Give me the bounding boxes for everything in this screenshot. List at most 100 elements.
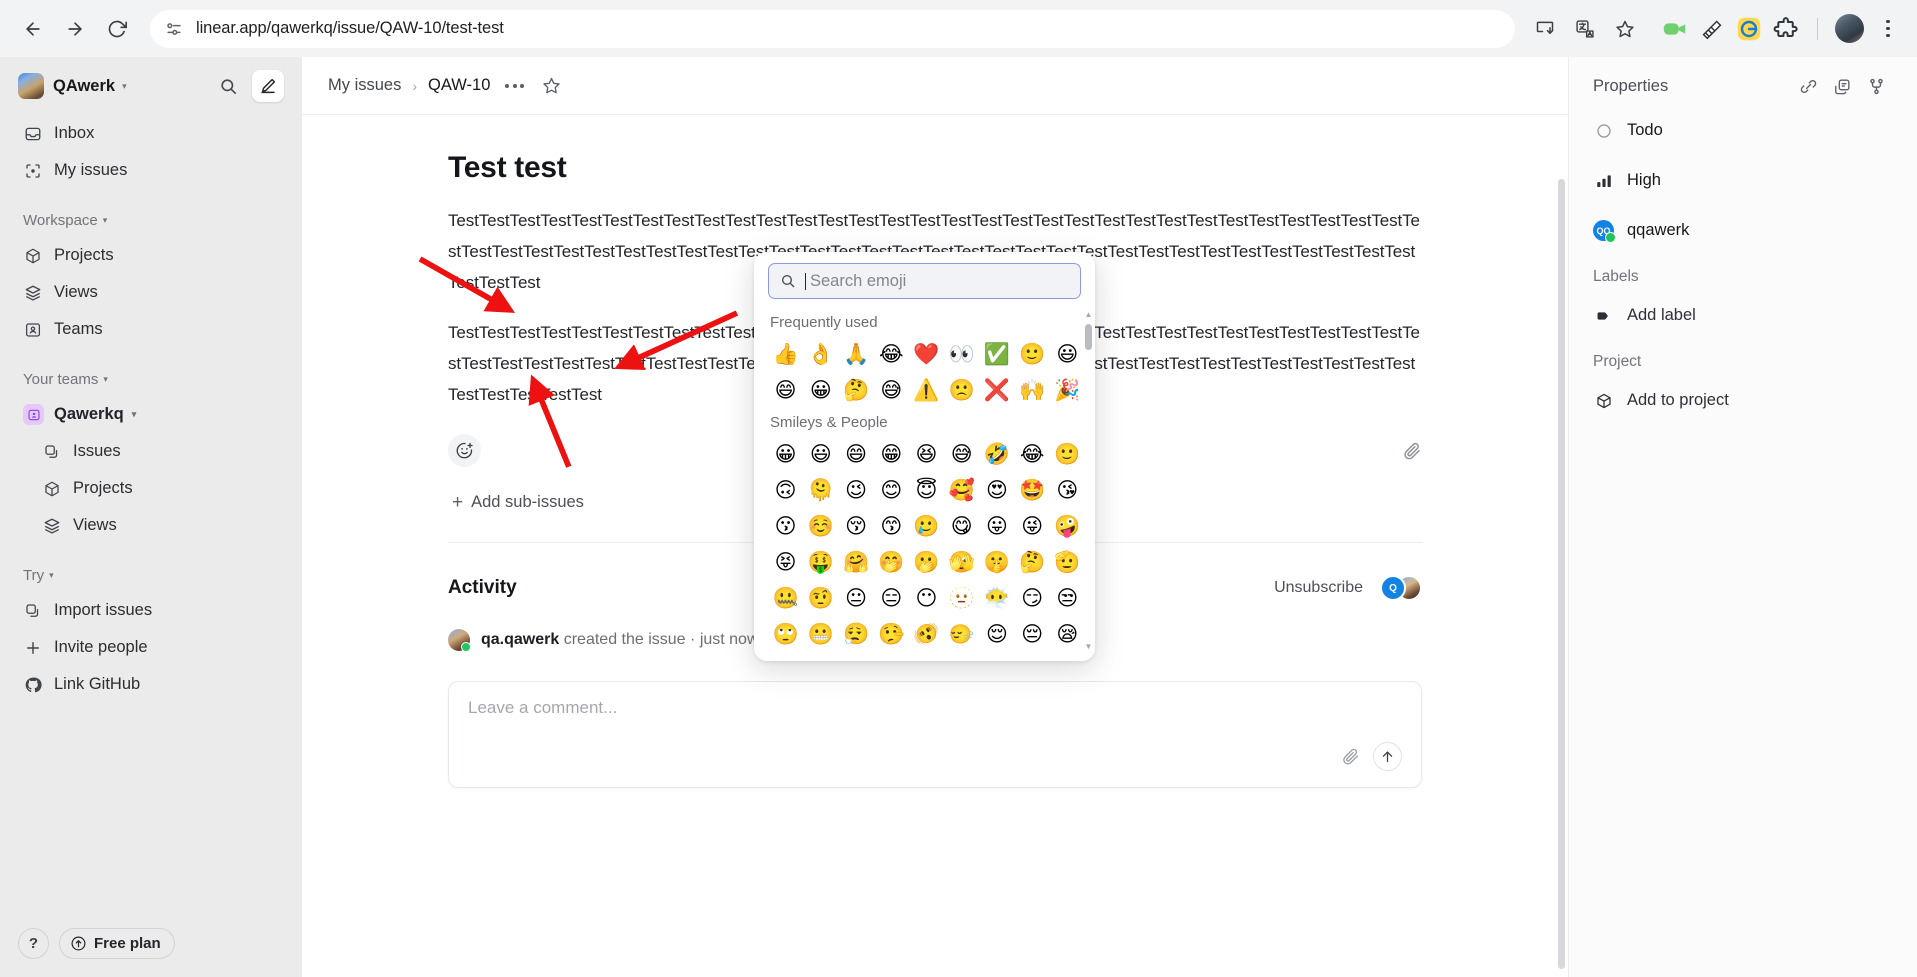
- back-button[interactable]: [14, 10, 52, 48]
- copy-icon[interactable]: [1825, 69, 1859, 103]
- property-priority[interactable]: High: [1593, 165, 1893, 196]
- emoji-cell[interactable]: 😮‍💨: [838, 617, 873, 651]
- notes-icon[interactable]: [1698, 15, 1726, 43]
- scrollbar-thumb[interactable]: [1085, 324, 1092, 350]
- emoji-cell[interactable]: 🤩: [1015, 473, 1050, 507]
- emoji-cell[interactable]: 😒: [1050, 581, 1085, 615]
- emoji-cell[interactable]: 🫨: [909, 617, 944, 651]
- emoji-cell[interactable]: 😆: [909, 437, 944, 471]
- address-bar[interactable]: linear.app/qawerkq/issue/QAW-10/test-tes…: [150, 9, 1515, 48]
- add-label-button[interactable]: Add label: [1593, 300, 1893, 331]
- emoji-grid-frequently-used[interactable]: 👍 👌 🙏 😂 ❤️ 👀 ✅ 🙂 😃 😄 😀 🤔 😅 ⚠️ 🙁 ❌ 🙌 🎉: [768, 337, 1085, 407]
- property-assignee[interactable]: QQ qqawerk: [1593, 215, 1893, 246]
- emoji-picker-popup[interactable]: Search emoji Frequently used 👍 👌 🙏 😂 ❤️ 👀 ✅ 🙂 😃 😄…: [754, 252, 1095, 661]
- main-scrollbar[interactable]: [1558, 179, 1565, 969]
- sidebar-item-team-views[interactable]: Views: [14, 507, 288, 544]
- scroll-up-arrow-icon[interactable]: ▲: [1085, 311, 1093, 319]
- emoji-cell[interactable]: 😌: [979, 617, 1014, 651]
- add-reaction-icon[interactable]: [448, 434, 481, 467]
- emoji-cell[interactable]: 🤔: [838, 373, 873, 407]
- emoji-cell[interactable]: 😗: [768, 509, 803, 543]
- emoji-cell[interactable]: 🙂‍↔️: [944, 617, 979, 651]
- emoji-cell[interactable]: 😔: [1015, 617, 1050, 651]
- emoji-cell[interactable]: 🤪: [1050, 509, 1085, 543]
- sidebar-item-my-issues[interactable]: My issues: [14, 152, 288, 189]
- more-options-icon[interactable]: [501, 83, 528, 88]
- workspace-header[interactable]: QAwerk ▾: [14, 57, 288, 115]
- scroll-down-arrow-icon[interactable]: ▼: [1085, 643, 1093, 651]
- sidebar-section-try[interactable]: Try ▾: [14, 558, 288, 592]
- emoji-cell[interactable]: 🫠: [803, 473, 838, 507]
- emoji-search-input[interactable]: Search emoji: [768, 263, 1081, 299]
- emoji-cell[interactable]: 🙄: [768, 617, 803, 651]
- emoji-cell[interactable]: 🤥: [874, 617, 909, 651]
- breadcrumb-root[interactable]: My issues: [328, 76, 401, 95]
- attach-file-icon[interactable]: [1341, 747, 1360, 766]
- emoji-cell[interactable]: 😉: [838, 473, 873, 507]
- emoji-cell[interactable]: 😏: [1015, 581, 1050, 615]
- emoji-cell[interactable]: 🎉: [1050, 373, 1085, 407]
- emoji-cell[interactable]: 😂: [1015, 437, 1050, 471]
- site-info-icon[interactable]: [164, 19, 184, 39]
- emoji-cell[interactable]: 😝: [768, 545, 803, 579]
- emoji-cell[interactable]: 😙: [874, 509, 909, 543]
- emoji-cell[interactable]: 🤨: [803, 581, 838, 615]
- scrollbar-rail[interactable]: [1085, 322, 1092, 640]
- emoji-cell[interactable]: 😃: [1050, 337, 1085, 371]
- emoji-cell[interactable]: 😪: [1050, 617, 1085, 651]
- emoji-cell[interactable]: 🤗: [838, 545, 873, 579]
- emoji-cell[interactable]: 😘: [1050, 473, 1085, 507]
- activity-actor[interactable]: qa.qawerk: [481, 631, 559, 648]
- forward-button[interactable]: [56, 10, 94, 48]
- emoji-cell[interactable]: 🤐: [768, 581, 803, 615]
- send-comment-button[interactable]: [1373, 742, 1402, 771]
- emoji-cell[interactable]: 😊: [874, 473, 909, 507]
- puzzle-extensions-icon[interactable]: [1772, 15, 1800, 43]
- search-icon[interactable]: [213, 71, 243, 101]
- issue-title[interactable]: Test test: [448, 151, 1422, 185]
- emoji-cell[interactable]: 🥲: [909, 509, 944, 543]
- translate-icon[interactable]: [1567, 11, 1603, 47]
- new-issue-button[interactable]: [252, 70, 284, 102]
- sidebar-item-invite-people[interactable]: Invite people: [14, 629, 288, 666]
- emoji-cell[interactable]: 😋: [944, 509, 979, 543]
- emoji-cell[interactable]: 🙏: [838, 337, 873, 371]
- emoji-cell[interactable]: 😍: [979, 473, 1014, 507]
- emoji-cell[interactable]: 🙁: [944, 373, 979, 407]
- emoji-cell[interactable]: 😐: [838, 581, 873, 615]
- emoji-cell[interactable]: 👌: [803, 337, 838, 371]
- sidebar-team-qawerkq[interactable]: Qawerkq ▾: [14, 396, 288, 433]
- emoji-cell[interactable]: ⚠️: [909, 373, 944, 407]
- emoji-cell[interactable]: 🫡: [1050, 545, 1085, 579]
- emoji-cell[interactable]: 👀: [944, 337, 979, 371]
- property-status[interactable]: Todo: [1593, 115, 1893, 146]
- subscriber-avatars[interactable]: Q: [1380, 575, 1422, 601]
- emoji-scroll-area[interactable]: Frequently used 👍 👌 🙏 😂 ❤️ 👀 ✅ 🙂 😃 😄 😀 🤔 😅 ⚠️ 🙁 ❌ 🙌 🎉 Smi…: [754, 307, 1095, 655]
- sidebar-item-team-projects[interactable]: Projects: [14, 470, 288, 507]
- emoji-cell[interactable]: 🫢: [909, 545, 944, 579]
- emoji-cell[interactable]: ✅: [979, 337, 1014, 371]
- sidebar-section-workspace[interactable]: Workspace ▾: [14, 203, 288, 237]
- emoji-cell[interactable]: 😁: [874, 437, 909, 471]
- emoji-cell[interactable]: ❤️: [909, 337, 944, 371]
- emoji-grid-smileys-people[interactable]: 😀 😃 😄 😁 😆 😅 🤣 😂 🙂 🙃 🫠 😉 😊 😇 🥰 😍 🤩 😘 😗 ☺️ 😚 😙 🥲 😋 😛 😜 🤪 😝 🤑 🤗 🤭 🫢 🫣 🤫 🤔 🫡 🤐 🤨 😐…: [768, 437, 1085, 655]
- sidebar-item-team-issues[interactable]: Issues: [14, 433, 288, 470]
- sidebar-item-link-github[interactable]: Link GitHub: [14, 666, 288, 703]
- emoji-cell[interactable]: 🫥: [944, 581, 979, 615]
- reload-button[interactable]: [98, 10, 136, 48]
- sidebar-item-projects[interactable]: Projects: [14, 237, 288, 274]
- loom-icon[interactable]: [1661, 15, 1689, 43]
- unsubscribe-button[interactable]: Unsubscribe: [1274, 579, 1363, 597]
- sidebar-section-your-teams[interactable]: Your teams ▾: [14, 362, 288, 396]
- emoji-cell[interactable]: 🤑: [803, 545, 838, 579]
- emoji-cell[interactable]: 😃: [803, 437, 838, 471]
- chrome-menu-icon[interactable]: [1873, 19, 1903, 38]
- add-to-project-button[interactable]: Add to project: [1593, 385, 1893, 416]
- attach-file-icon[interactable]: [1402, 441, 1422, 461]
- emoji-cell[interactable]: ❌: [979, 373, 1014, 407]
- emoji-cell[interactable]: 😚: [838, 509, 873, 543]
- comment-input-placeholder[interactable]: Leave a comment...: [468, 698, 1402, 718]
- sidebar-item-inbox[interactable]: Inbox: [14, 115, 288, 152]
- branch-icon[interactable]: [1859, 69, 1893, 103]
- emoji-cell[interactable]: 😶: [909, 581, 944, 615]
